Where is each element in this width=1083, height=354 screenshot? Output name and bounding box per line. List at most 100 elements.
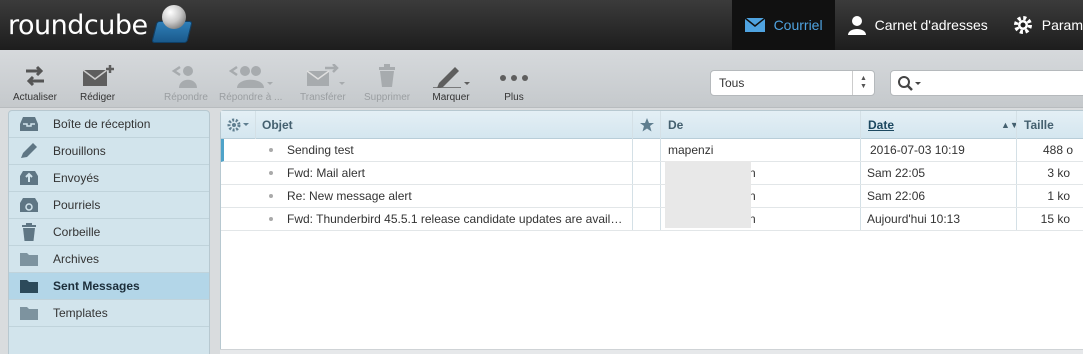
message-subject: Sending test [287, 143, 354, 157]
forward-label: Transférer [300, 92, 346, 103]
column-size[interactable]: Taille [1024, 111, 1054, 139]
message-date: Aujourd'hui 10:13 [867, 212, 961, 226]
folder-sent-messages[interactable]: Sent Messages [9, 273, 209, 300]
junk-icon [20, 198, 38, 212]
delete-button[interactable]: Supprimer [364, 62, 410, 103]
reply-icon [171, 65, 197, 88]
reply-all-button[interactable]: Répondre à ... [219, 62, 282, 103]
more-label: Plus [504, 92, 524, 103]
horizontal-scrollbar[interactable] [220, 349, 1083, 354]
folder-label: Envoyés [53, 171, 100, 185]
folder-icon [20, 280, 38, 293]
top-navigation: Courriel Carnet d'adresses Param [731, 0, 1083, 50]
message-date: Sam 22:06 [867, 189, 926, 203]
status-dot-icon [269, 194, 273, 198]
gear-icon [227, 118, 249, 132]
folder-label: Archives [53, 252, 100, 266]
folder-label: Pourriels [53, 198, 101, 212]
message-row[interactable]: Sending test mapenzi 2016-07-03 10:19 48… [221, 139, 1083, 162]
filter-value: Tous [719, 76, 745, 90]
forward-icon [306, 64, 345, 86]
trash-icon [379, 64, 396, 87]
pencil-icon [21, 143, 37, 158]
nav-mail[interactable]: Courriel [731, 0, 835, 50]
folder-icon [20, 307, 38, 320]
message-size: 1 ko [1047, 189, 1070, 203]
reply-button[interactable]: Répondre [164, 62, 208, 103]
delete-label: Supprimer [364, 92, 411, 103]
list-options-button[interactable] [227, 111, 251, 139]
search-icon[interactable] [897, 75, 923, 91]
status-dot-icon [269, 217, 273, 221]
folder-sent[interactable]: Envoyés [9, 165, 209, 192]
compose-mail-icon [82, 65, 114, 86]
roundcube-logo[interactable]: roundcube [8, 4, 196, 46]
mark-button[interactable]: Marquer [431, 62, 471, 103]
column-from[interactable]: De [668, 111, 683, 139]
gear-icon [1013, 16, 1032, 34]
trash-icon [22, 223, 36, 241]
more-dots-icon [500, 75, 528, 81]
folder-icon [20, 253, 38, 266]
compose-label: Rédiger [80, 92, 116, 103]
folder-inbox[interactable]: Boîte de réception [9, 111, 209, 138]
folder-label: Sent Messages [53, 279, 140, 293]
message-size: 3 ko [1047, 166, 1070, 180]
select-arrows-icon: ▲ ▼ [852, 71, 874, 95]
folder-label: Boîte de réception [53, 117, 151, 131]
inbox-icon [20, 117, 38, 131]
contact-icon [847, 16, 866, 35]
folder-junk[interactable]: Pourriels [9, 192, 209, 219]
message-subject: Fwd: Mail alert [287, 166, 366, 180]
folder-trash[interactable]: Corbeille [9, 219, 209, 246]
filter-select[interactable]: Tous ▲ ▼ [710, 70, 875, 96]
message-date: Sam 22:05 [867, 166, 926, 180]
nav-addressbook[interactable]: Carnet d'adresses [835, 0, 1000, 50]
forward-button[interactable]: Transférer [300, 62, 346, 103]
compose-button[interactable]: Rédiger [80, 62, 115, 103]
folder-label: Templates [53, 306, 108, 320]
nav-addressbook-label: Carnet d'adresses [874, 17, 988, 33]
message-subject: Re: New message alert [287, 189, 412, 203]
message-row[interactable]: Re: New message alert n Sam 22:06 1 ko [221, 185, 1083, 208]
app-header: roundcube Courriel Carnet d'adresses Par… [0, 0, 1083, 50]
folder-drafts[interactable]: Brouillons [9, 138, 209, 165]
reply-all-icon [228, 65, 273, 88]
logo-text: roundcube [8, 9, 148, 41]
column-flag[interactable] [640, 111, 654, 139]
more-button[interactable]: Plus [499, 62, 529, 103]
reply-label: Répondre [164, 92, 208, 103]
folder-archives[interactable]: Archives [9, 246, 209, 273]
logo-cube-icon [150, 3, 196, 47]
search-input[interactable] [890, 70, 1083, 96]
sent-icon [20, 171, 38, 185]
message-size: 15 ko [1040, 212, 1070, 226]
refresh-icon [25, 65, 44, 87]
message-from: mapenzi [668, 143, 714, 157]
column-date[interactable]: Date [868, 111, 894, 139]
status-dot-icon [269, 171, 273, 175]
refresh-button[interactable]: Actualiser [13, 62, 57, 103]
redacted-sender-block [665, 161, 751, 228]
folder-label: Corbeille [53, 225, 101, 239]
reply-all-label: Répondre à ... [219, 92, 283, 103]
folder-label: Brouillons [53, 144, 106, 158]
nav-settings[interactable]: Param [1000, 0, 1083, 50]
message-row[interactable]: Fwd: Mail alert n Sam 22:05 3 ko [221, 162, 1083, 185]
mark-label: Marquer [432, 92, 470, 103]
message-date: 2016-07-03 10:19 [870, 143, 965, 157]
message-list: Objet De Date ▲▼ Taille Sending test map… [220, 110, 1083, 354]
folder-list: Boîte de réception Brouillons Envoyés Po… [8, 110, 210, 354]
message-row[interactable]: Fwd: Thunderbird 45.5.1 release candidat… [221, 208, 1083, 231]
nav-settings-label: Param [1041, 17, 1083, 33]
message-size: 488 o [1042, 143, 1073, 157]
envelope-icon [744, 17, 766, 32]
folder-templates[interactable]: Templates [9, 300, 209, 327]
star-icon [640, 118, 654, 132]
nav-mail-label: Courriel [773, 17, 823, 33]
refresh-label: Actualiser [13, 92, 57, 103]
message-subject: Fwd: Thunderbird 45.5.1 release candidat… [287, 212, 623, 226]
mark-pen-icon [433, 67, 470, 88]
status-dot-icon [269, 148, 273, 152]
column-subject[interactable]: Objet [262, 111, 293, 139]
